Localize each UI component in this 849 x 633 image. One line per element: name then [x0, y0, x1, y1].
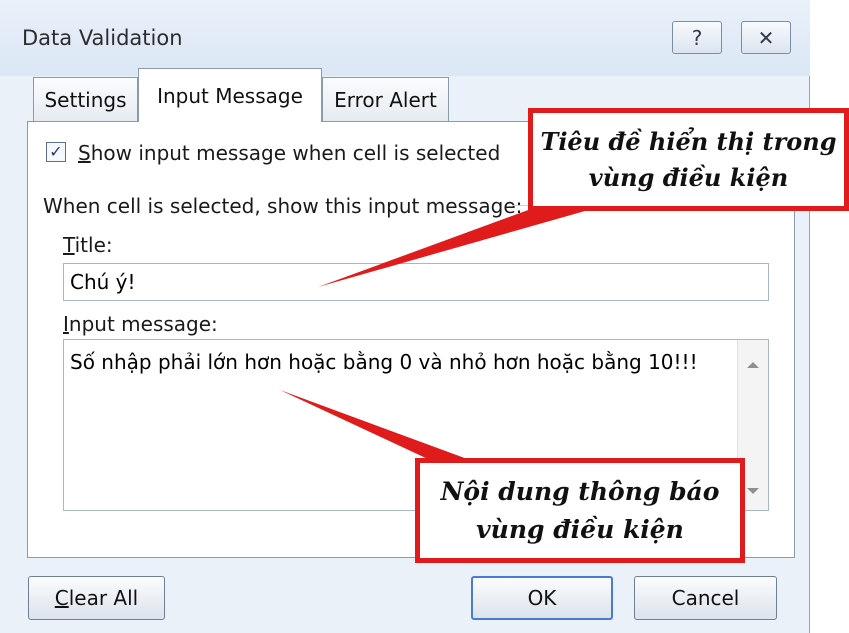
show-input-message-label[interactable]: Show input message when cell is selected	[78, 141, 500, 165]
tab-settings-label: Settings	[44, 87, 127, 112]
tab-settings[interactable]: Settings	[33, 77, 138, 121]
message-callout: Nội dung thông báo vùng điều kiện	[415, 458, 745, 563]
input-message-value: Số nhập phải lớn hơn hoặc bằng 0 và nhỏ …	[70, 350, 698, 374]
cancel-button[interactable]: Cancel	[634, 576, 777, 620]
tab-input-message-label: Input Message	[157, 83, 303, 108]
clear-all-label: Clear All	[54, 586, 139, 610]
title-callout: Tiêu đề hiển thị trong vùng điều kiện	[528, 108, 849, 211]
tab-input-message[interactable]: Input Message	[138, 68, 322, 122]
ok-button[interactable]: OK	[471, 576, 613, 620]
ok-label: OK	[527, 586, 557, 610]
help-icon: ?	[691, 25, 703, 50]
tab-error-alert[interactable]: Error Alert	[322, 77, 449, 121]
close-icon: ✕	[757, 25, 775, 50]
title-bar: Data Validation ? ✕	[0, 0, 810, 76]
title-input[interactable]: Chú ý!	[63, 263, 769, 301]
scroll-down-icon[interactable]	[747, 488, 759, 494]
dialog-title: Data Validation	[22, 26, 183, 50]
title-field-label: Title:	[63, 233, 113, 257]
title-input-value: Chú ý!	[70, 270, 136, 294]
cancel-label: Cancel	[671, 586, 740, 610]
show-input-message-checkbox[interactable]: ✓	[46, 142, 66, 162]
screenshot: Data Validation ? ✕ Settings Input Messa…	[0, 0, 849, 633]
checkmark-icon: ✓	[49, 142, 63, 161]
help-button[interactable]: ?	[672, 21, 722, 54]
scroll-up-icon[interactable]	[747, 362, 759, 368]
clear-all-button[interactable]: Clear All	[28, 576, 165, 620]
close-button[interactable]: ✕	[741, 21, 791, 54]
tab-error-alert-label: Error Alert	[334, 87, 437, 112]
group-label: When cell is selected, show this input m…	[43, 194, 523, 218]
input-message-field-label: Input message:	[63, 312, 218, 336]
